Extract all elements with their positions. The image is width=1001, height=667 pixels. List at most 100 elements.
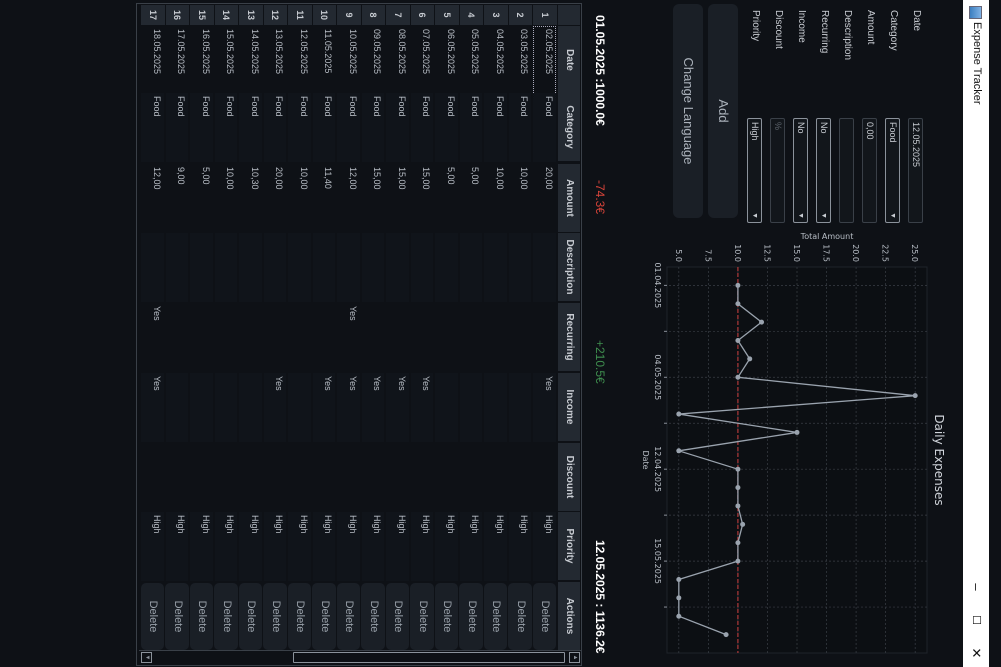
column-header-amount[interactable]: Amount	[558, 164, 580, 233]
cell-date[interactable]: 15.05.2025	[215, 26, 238, 95]
row-number[interactable]: 4	[459, 5, 484, 25]
cell-amount[interactable]: 12,00	[142, 164, 165, 233]
cell-priority[interactable]: High	[337, 512, 360, 581]
cell-amount[interactable]: 10,30	[240, 164, 263, 233]
cell-amount[interactable]: 15,00	[387, 164, 410, 233]
delete-button[interactable]: Delete	[263, 583, 287, 650]
cell-date[interactable]: 14.05.2025	[240, 26, 263, 95]
delete-button[interactable]: Delete	[533, 583, 557, 650]
delete-button[interactable]: Delete	[435, 583, 459, 650]
cell-category[interactable]: Food	[411, 93, 434, 162]
column-header-actions[interactable]: Actions	[558, 582, 580, 651]
cell-priority[interactable]: High	[288, 512, 311, 581]
row-number[interactable]: 9	[336, 5, 361, 25]
cell-discount[interactable]	[191, 443, 214, 512]
cell-income[interactable]: Yes	[533, 373, 556, 442]
cell-category[interactable]: Food	[435, 93, 458, 162]
column-header-priority[interactable]: Priority	[558, 512, 580, 581]
minimize-button[interactable]: –	[967, 577, 985, 597]
cell-description[interactable]	[509, 233, 532, 302]
cell-description[interactable]	[141, 233, 164, 302]
cell-income[interactable]: Yes	[264, 373, 287, 442]
title-bar[interactable]: Expense Tracker – ☐ ✕	[963, 0, 989, 667]
cell-category[interactable]: Food	[484, 93, 507, 162]
cell-category[interactable]: Food	[264, 93, 287, 162]
cell-date[interactable]: 05.05.2025	[460, 26, 483, 95]
cell-income[interactable]	[239, 373, 262, 442]
category-select[interactable]: Food ▼	[885, 118, 900, 223]
close-button[interactable]: ✕	[967, 643, 985, 663]
cell-priority[interactable]: High	[533, 512, 556, 581]
cell-date[interactable]: 08.05.2025	[387, 26, 410, 95]
cell-priority[interactable]: High	[313, 512, 336, 581]
cell-discount[interactable]	[411, 443, 434, 512]
cell-recurring[interactable]	[534, 303, 557, 372]
cell-discount[interactable]	[534, 443, 557, 512]
cell-recurring[interactable]	[215, 303, 238, 372]
cell-recurring[interactable]	[264, 303, 287, 372]
cell-date[interactable]: 16.05.2025	[191, 26, 214, 95]
cell-income[interactable]	[166, 373, 189, 442]
cell-priority[interactable]: High	[166, 512, 189, 581]
cell-description[interactable]	[460, 233, 483, 302]
cell-discount[interactable]	[436, 443, 459, 512]
cell-category[interactable]: Food	[141, 93, 164, 162]
row-number[interactable]: 5	[434, 5, 459, 25]
row-number[interactable]: 7	[385, 5, 410, 25]
row-number[interactable]: 6	[410, 5, 435, 25]
scrollbar-thumb[interactable]	[293, 652, 565, 663]
cell-priority[interactable]: High	[264, 512, 287, 581]
cell-description[interactable]	[362, 233, 385, 302]
amount-input[interactable]: 0,00	[862, 118, 877, 223]
column-header-income[interactable]: Income	[558, 373, 580, 442]
row-number[interactable]: 14	[214, 5, 239, 25]
cell-description[interactable]	[215, 233, 238, 302]
cell-discount[interactable]	[313, 443, 336, 512]
scroll-down-arrow-icon[interactable]: ▼	[141, 652, 152, 663]
cell-income[interactable]	[288, 373, 311, 442]
cell-discount[interactable]	[142, 443, 165, 512]
cell-amount[interactable]: 10,00	[215, 164, 238, 233]
column-header-discount[interactable]: Discount	[558, 443, 580, 512]
cell-discount[interactable]	[166, 443, 189, 512]
cell-priority[interactable]: High	[386, 512, 409, 581]
delete-button[interactable]: Delete	[190, 583, 214, 650]
cell-priority[interactable]: High	[435, 512, 458, 581]
cell-category[interactable]: Food	[362, 93, 385, 162]
cell-category[interactable]: Food	[288, 93, 311, 162]
change-language-button[interactable]: Change Language	[673, 4, 703, 218]
row-number[interactable]: 10	[312, 5, 337, 25]
cell-category[interactable]: Food	[313, 93, 336, 162]
delete-button[interactable]: Delete	[165, 583, 189, 650]
income-select[interactable]: No ▼	[793, 118, 808, 223]
row-number[interactable]: 8	[361, 5, 386, 25]
delete-button[interactable]: Delete	[508, 583, 532, 650]
row-number[interactable]: 13	[238, 5, 263, 25]
cell-category[interactable]: Food	[386, 93, 409, 162]
cell-category[interactable]: Food	[215, 93, 238, 162]
cell-income[interactable]	[484, 373, 507, 442]
cell-income[interactable]: Yes	[411, 373, 434, 442]
cell-description[interactable]	[484, 233, 507, 302]
row-number[interactable]: 1	[532, 5, 557, 25]
cell-recurring[interactable]	[509, 303, 532, 372]
cell-category[interactable]: Food	[460, 93, 483, 162]
cell-discount[interactable]	[387, 443, 410, 512]
delete-button[interactable]: Delete	[386, 583, 410, 650]
cell-priority[interactable]: High	[411, 512, 434, 581]
cell-date[interactable]: 10.05.2025	[338, 26, 361, 95]
description-input[interactable]	[839, 118, 854, 223]
cell-amount[interactable]: 10,00	[485, 164, 508, 233]
column-header-recurring[interactable]: Recurring	[558, 303, 580, 372]
column-header-description[interactable]: Description	[558, 233, 580, 302]
cell-category[interactable]: Food	[509, 93, 532, 162]
recurring-select[interactable]: No ▼	[816, 118, 831, 223]
cell-income[interactable]: Yes	[141, 373, 164, 442]
row-number[interactable]: 15	[189, 5, 214, 25]
cell-discount[interactable]	[485, 443, 508, 512]
cell-category[interactable]: Food	[533, 93, 556, 162]
cell-recurring[interactable]	[240, 303, 263, 372]
cell-amount[interactable]: 10,00	[509, 164, 532, 233]
column-header-date[interactable]: Date	[558, 26, 580, 95]
cell-date[interactable]: 13.05.2025	[264, 26, 287, 95]
